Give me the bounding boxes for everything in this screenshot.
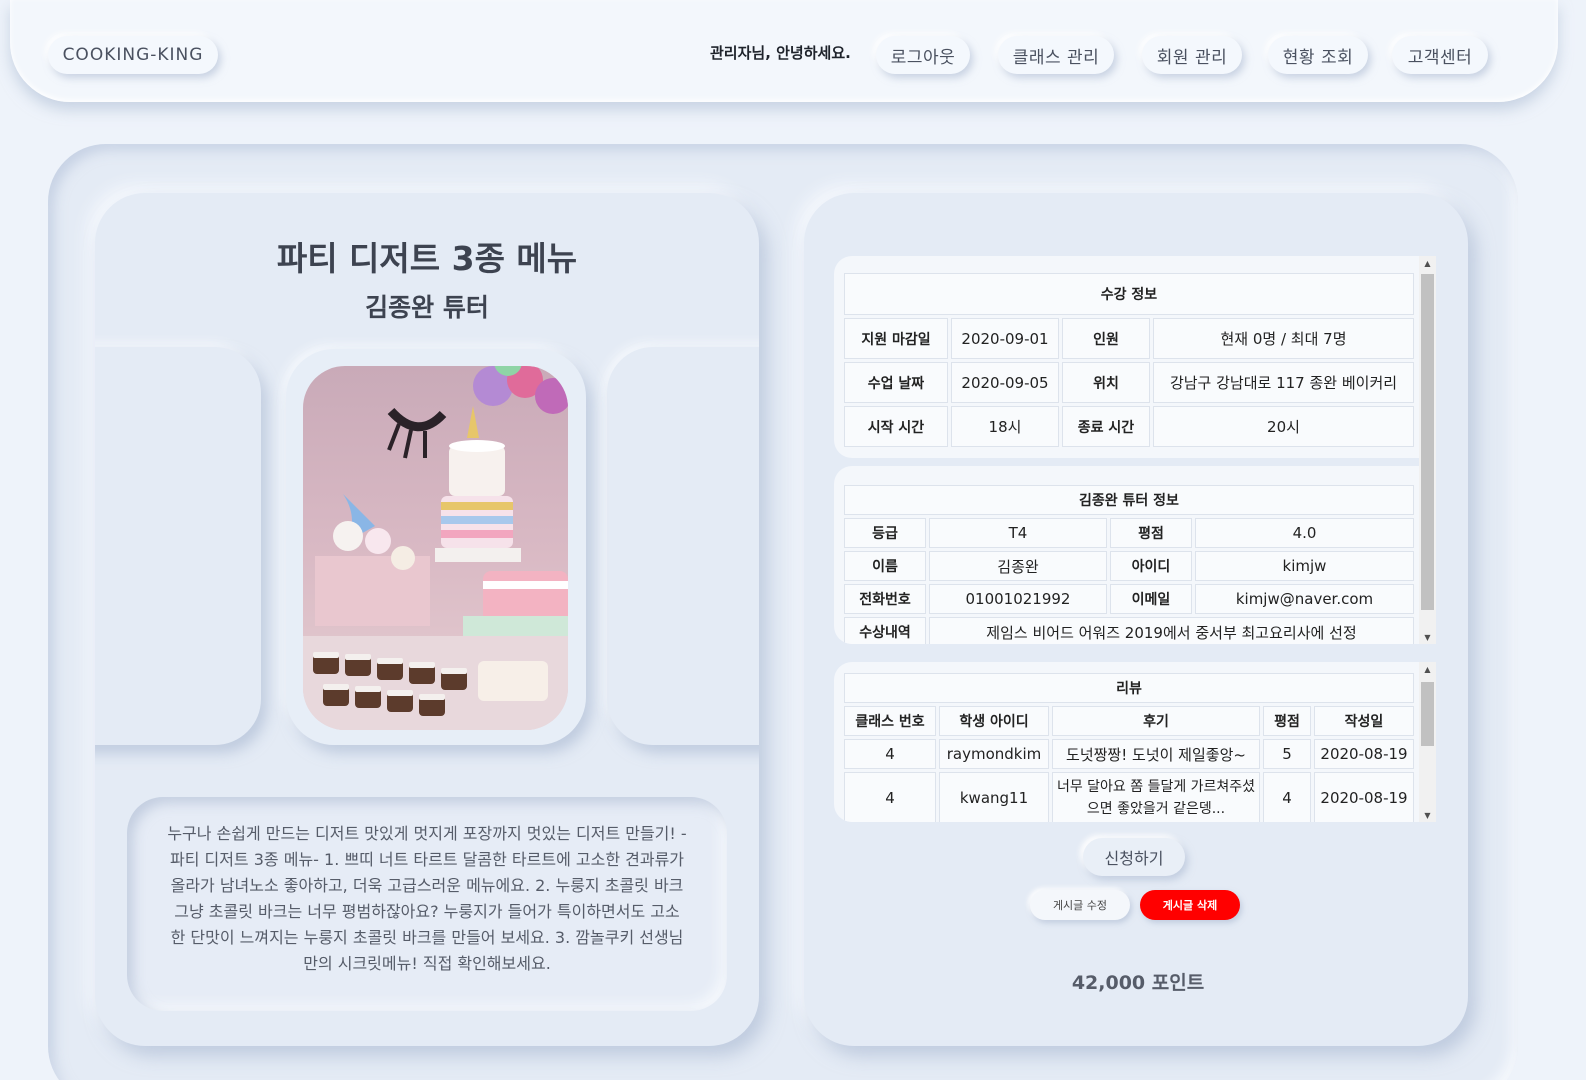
phone-value: 01001021992	[929, 584, 1107, 614]
nav-support[interactable]: 고객센터	[1392, 36, 1488, 74]
email-value: kimjw@naver.com	[1195, 584, 1414, 614]
review-student: kwang11	[939, 772, 1049, 822]
class-description: 누구나 손쉽게 만드는 디저트 맛있게 멋지게 포장까지 멋있는 디저트 만들기…	[127, 797, 727, 1011]
start-value: 18시	[951, 406, 1059, 447]
id-value: kimjw	[1195, 551, 1414, 581]
enrollment-info-panel[interactable]: 수강 정보 지원 마감일 2020-09-01 인원 현재 0명 / 최대 7명…	[834, 256, 1436, 458]
scroll-thumb[interactable]	[1421, 682, 1434, 746]
brand-logo[interactable]: COOKING-KING	[48, 36, 218, 74]
review-rating: 5	[1263, 739, 1311, 769]
review-student: raymondkim	[939, 739, 1049, 769]
col-review: 후기	[1052, 706, 1260, 736]
capacity-label: 인원	[1062, 318, 1150, 359]
logout-button[interactable]: 로그아웃	[876, 36, 970, 74]
phone-label: 전화번호	[844, 584, 926, 614]
review-text: 도넛짱짱! 도넛이 제일좋앙~	[1052, 739, 1260, 769]
table-row: 4 raymondkim 도넛짱짱! 도넛이 제일좋앙~ 5 2020-08-1…	[844, 739, 1414, 769]
name-value: 김종완	[929, 551, 1107, 581]
scroll-thumb[interactable]	[1421, 274, 1434, 610]
carousel-prev-panel[interactable]	[95, 347, 261, 745]
col-student-id: 학생 아이디	[939, 706, 1049, 736]
award-label: 수상내역	[844, 617, 926, 644]
class-image-frame	[286, 349, 586, 745]
nav-status[interactable]: 현황 조회	[1268, 36, 1368, 74]
deadline-label: 지원 마감일	[844, 318, 948, 359]
nav-member-manage[interactable]: 회원 관리	[1142, 36, 1242, 74]
award-value: 제임스 비어드 어워즈 2019에서 중서부 최고요리사에 선정	[929, 617, 1414, 644]
grade-value: T4	[929, 518, 1107, 548]
end-value: 20시	[1153, 406, 1414, 447]
review-class-no: 4	[844, 772, 936, 822]
grade-label: 등급	[844, 518, 926, 548]
end-label: 종료 시간	[1062, 406, 1150, 447]
greeting-text: 관리자님, 안녕하세요.	[710, 44, 851, 62]
review-date: 2020-08-19	[1314, 739, 1414, 769]
scroll-down-arrow-icon[interactable]: ▼	[1419, 808, 1436, 822]
scroll-up-arrow-icon[interactable]: ▲	[1419, 662, 1436, 676]
id-label: 아이디	[1110, 551, 1192, 581]
name-label: 이름	[844, 551, 926, 581]
apply-button[interactable]: 신청하기	[1083, 838, 1185, 876]
info-scrollbar[interactable]: ▲ ▼	[1419, 256, 1436, 644]
reviews-panel[interactable]: 리뷰 클래스 번호 학생 아이디 후기 평점 작성일 4 raymondkim …	[834, 662, 1436, 822]
review-text: 너무 달아요 쫌 들달게 가르쳐주셨으면 좋았을거 같은뎅...	[1052, 772, 1260, 822]
review-rating: 4	[1263, 772, 1311, 822]
edit-post-button[interactable]: 게시글 수정	[1030, 890, 1130, 920]
tutor-info-title: 김종완 튜터 정보	[844, 485, 1414, 515]
enrollment-title: 수강 정보	[844, 273, 1414, 315]
col-class-no: 클래스 번호	[844, 706, 936, 736]
rating-value: 4.0	[1195, 518, 1414, 548]
start-label: 시작 시간	[844, 406, 948, 447]
class-price: 42,000 포인트	[1071, 972, 1205, 994]
tutor-name: 김종완 튜터	[365, 293, 489, 322]
date-label: 수업 날짜	[844, 362, 948, 403]
tutor-info-panel[interactable]: 김종완 튜터 정보 등급 T4 평점 4.0 이름 김종완 아이디 kimjw …	[834, 466, 1436, 644]
capacity-value: 현재 0명 / 최대 7명	[1153, 318, 1414, 359]
col-rating: 평점	[1263, 706, 1311, 736]
reviews-scrollbar[interactable]: ▲ ▼	[1419, 662, 1436, 822]
nav-class-manage[interactable]: 클래스 관리	[998, 36, 1114, 74]
date-value: 2020-09-05	[951, 362, 1059, 403]
col-date: 작성일	[1314, 706, 1414, 736]
review-class-no: 4	[844, 739, 936, 769]
location-label: 위치	[1062, 362, 1150, 403]
carousel-next-panel[interactable]	[607, 347, 759, 745]
class-photo	[303, 366, 568, 730]
deadline-value: 2020-09-01	[951, 318, 1059, 359]
review-date: 2020-08-19	[1314, 772, 1414, 822]
class-title: 파티 디저트 3종 메뉴	[276, 239, 578, 278]
email-label: 이메일	[1110, 584, 1192, 614]
scroll-up-arrow-icon[interactable]: ▲	[1419, 256, 1436, 270]
location-value: 강남구 강남대로 117 종완 베이커리	[1153, 362, 1414, 403]
rating-label: 평점	[1110, 518, 1192, 548]
reviews-title: 리뷰	[844, 673, 1414, 703]
scroll-down-arrow-icon[interactable]: ▼	[1419, 630, 1436, 644]
table-row: 4 kwang11 너무 달아요 쫌 들달게 가르쳐주셨으면 좋았을거 같은뎅.…	[844, 772, 1414, 822]
delete-post-button[interactable]: 게시글 삭제	[1140, 890, 1240, 920]
